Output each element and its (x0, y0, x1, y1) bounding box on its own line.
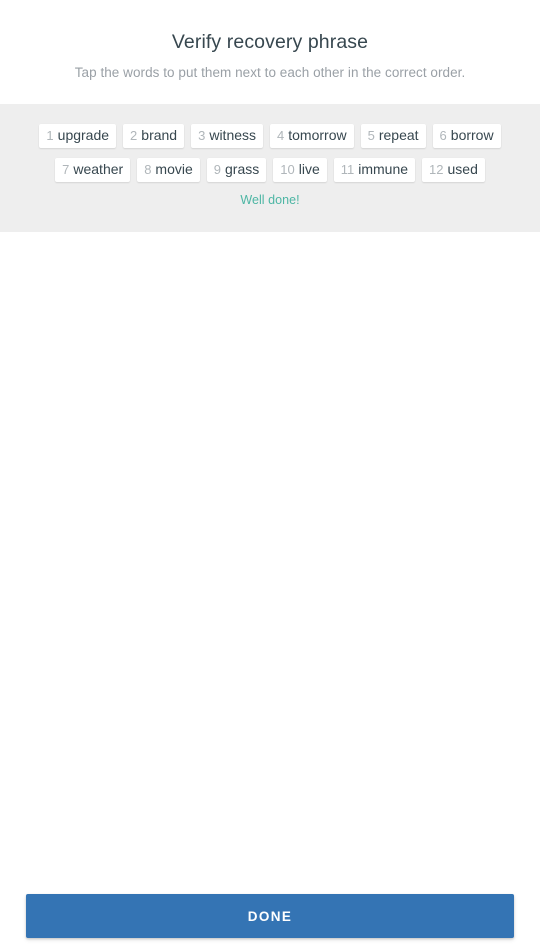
word-chip[interactable]: 7 weather (55, 158, 131, 182)
verify-recovery-phrase-screen: { "header": { "title": "Verify recovery … (0, 0, 540, 952)
word-chip-label: used (447, 161, 478, 177)
word-chip-index: 5 (367, 128, 375, 143)
word-chip-index: 12 (429, 162, 444, 177)
word-chip[interactable]: 5 repeat (360, 124, 426, 148)
word-chip-label: tomorrow (288, 127, 347, 143)
word-chip-label: grass (225, 161, 260, 177)
screen-footer: Done (0, 877, 540, 952)
word-chip-index: 11 (340, 162, 355, 177)
screen-header: Verify recovery phrase Tap the words to … (0, 0, 540, 82)
word-chip-index: 10 (280, 162, 295, 177)
word-chip[interactable]: 12 used (422, 158, 485, 182)
word-chip-label: borrow (450, 127, 494, 143)
word-chip-index: 2 (130, 128, 138, 143)
word-chip[interactable]: 10 live (273, 158, 327, 182)
word-chip-label: brand (141, 127, 178, 143)
word-chip[interactable]: 9 grass (206, 158, 267, 182)
word-chip[interactable]: 6 borrow (432, 124, 501, 148)
word-chip[interactable]: 11 immune (333, 158, 416, 182)
word-chip-label: live (298, 161, 320, 177)
word-chip-label: repeat (378, 127, 419, 143)
recovery-phrase-panel: 1 upgrade 2 brand 3 witness 4 tomorrow 5 repeat 6 b… (0, 104, 540, 232)
word-chip[interactable]: 8 movie (137, 158, 200, 182)
word-chip-index: 9 (213, 162, 222, 177)
word-chip-label: movie (155, 161, 193, 177)
word-chip-index: 4 (277, 128, 285, 143)
word-chip[interactable]: 2 brand (123, 124, 185, 148)
page-title: Verify recovery phrase (171, 31, 369, 53)
status-message: Well done! (240, 193, 300, 207)
word-chip[interactable]: 4 tomorrow (270, 124, 354, 148)
word-chip-label: immune (358, 161, 409, 177)
word-chip-label: weather (73, 161, 124, 177)
word-chip[interactable]: 1 upgrade (39, 124, 117, 148)
done-button[interactable]: Done (26, 894, 514, 938)
page-instructions: Tap the words to put them next to each o… (74, 65, 466, 80)
word-chip-row: 7 weather 8 movie 9 grass 10 live 11 immune 12 used (22, 158, 518, 182)
word-chip-label: upgrade (57, 127, 110, 143)
word-chip-rows: 1 upgrade 2 brand 3 witness 4 tomorrow 5 repeat 6 b… (22, 124, 518, 182)
word-chip[interactable]: 3 witness (191, 124, 264, 148)
word-chip-label: witness (209, 127, 257, 143)
word-chip-index: 3 (198, 128, 206, 143)
word-chip-index: 1 (46, 128, 54, 143)
word-chip-index: 8 (144, 162, 152, 177)
word-chip-index: 6 (439, 128, 447, 143)
word-chip-index: 7 (62, 162, 70, 177)
word-chip-row: 1 upgrade 2 brand 3 witness 4 tomorrow 5 repeat 6 b… (22, 124, 518, 148)
